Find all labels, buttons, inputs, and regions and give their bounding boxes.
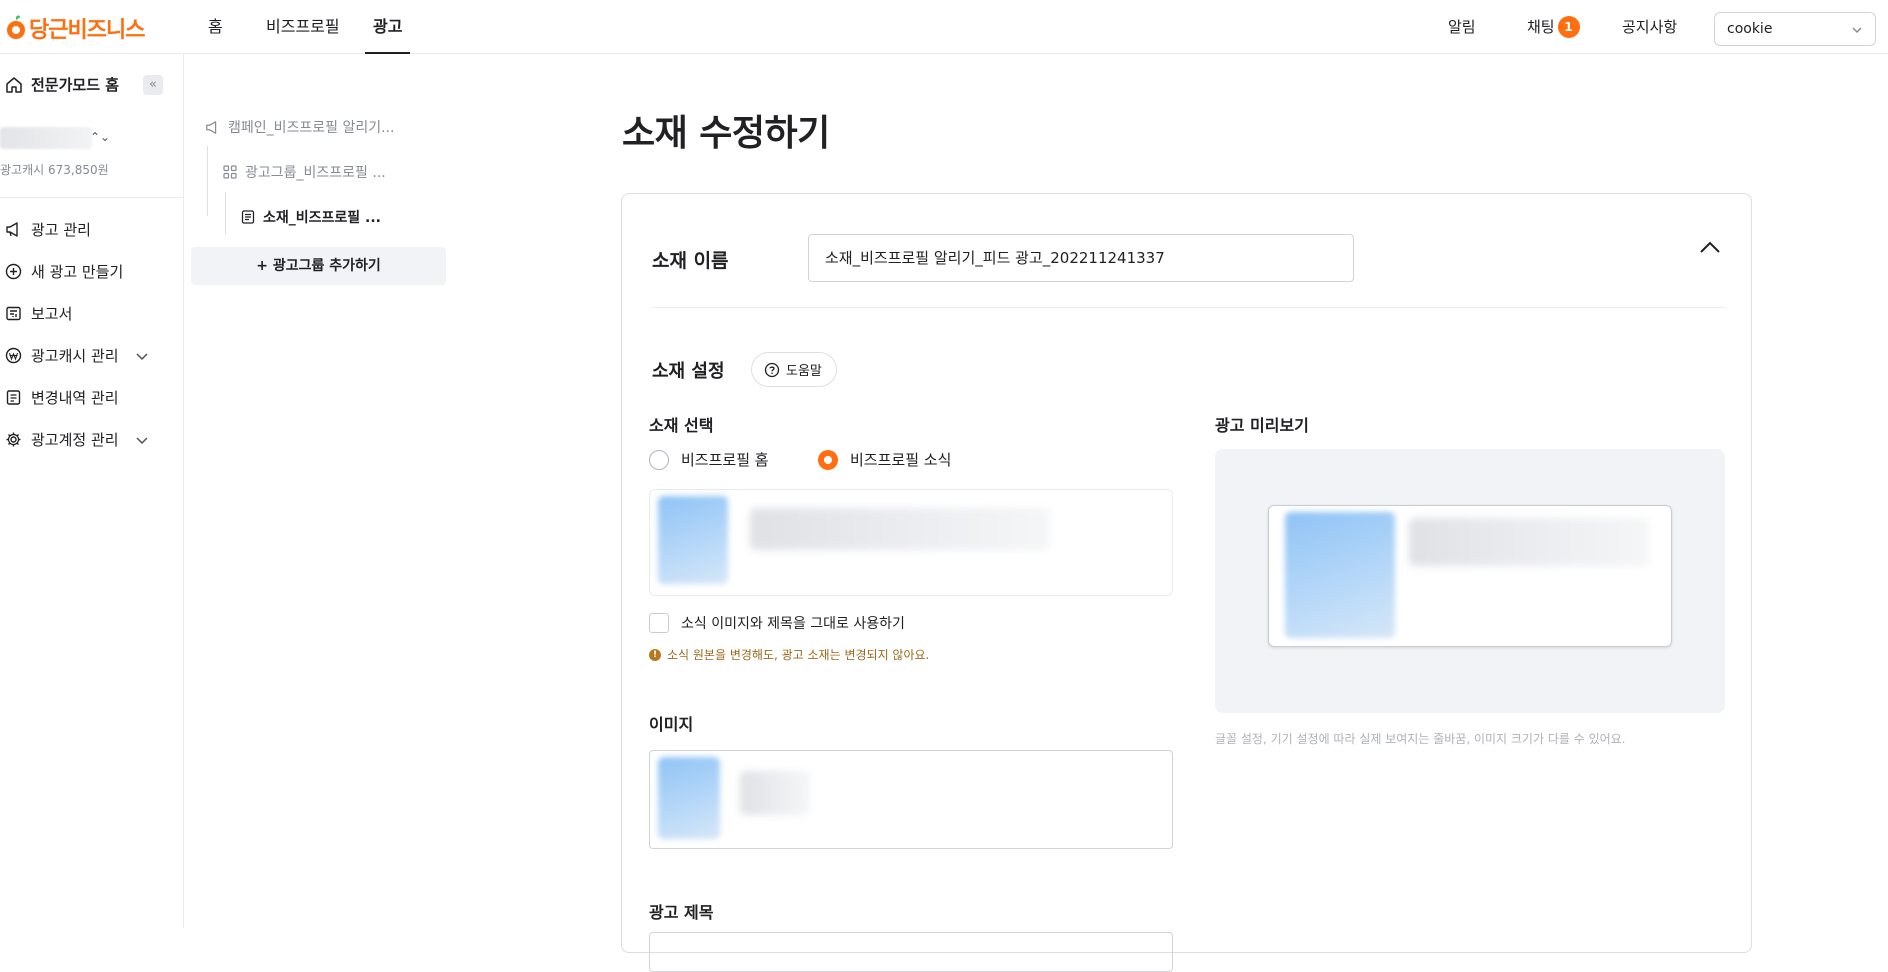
- sidebar: 전문가모드 홈 « ⌃⌄ 광고캐시 673,850원 광고 관리 새 광고 만들…: [0, 54, 184, 928]
- question-circle-icon: [764, 362, 780, 378]
- sidebar-collapse-button[interactable]: «: [143, 75, 163, 95]
- sidebar-item-label: 보고서: [31, 305, 73, 323]
- creative-edit-card: 소재 이름 소재_비즈프로필 알리기_피드 광고_202211241337 소재…: [621, 193, 1752, 972]
- chat-label: 채팅: [1527, 18, 1555, 36]
- section-divider: [652, 307, 1725, 308]
- nav-tab-bizprofile[interactable]: 비즈프로필: [266, 0, 340, 54]
- sidebar-home-link[interactable]: 전문가모드 홈: [5, 74, 119, 95]
- tree-item-ad-group[interactable]: 광고그룹_비즈프로필 ...: [223, 162, 386, 182]
- ad-title-label: 광고 제목: [649, 903, 714, 922]
- carrot-logo-icon: [5, 15, 27, 41]
- nav-tab-ads[interactable]: 광고: [365, 0, 411, 54]
- logo-text: 당근비즈니스: [29, 18, 145, 43]
- radio-button[interactable]: [649, 449, 669, 470]
- radio-option-bizprofile-home[interactable]: 비즈프로필 홈: [649, 449, 769, 470]
- use-news-as-is-checkbox[interactable]: [649, 613, 669, 633]
- sidebar-item-label: 광고캐시 관리: [31, 347, 119, 365]
- sidebar-item-label: 새 광고 만들기: [31, 263, 124, 281]
- ad-cash-balance: 광고캐시 673,850원: [0, 163, 109, 177]
- chat-link[interactable]: 채팅 1: [1527, 0, 1580, 54]
- account-select[interactable]: cookie: [1714, 12, 1876, 46]
- won-coin-icon: [5, 347, 22, 364]
- daangn-business-logo[interactable]: 당근비즈니스: [5, 12, 145, 44]
- report-icon: [5, 305, 22, 322]
- ad-preview-panel: [1215, 449, 1725, 713]
- add-ad-group-button[interactable]: + 광고그룹 추가하기: [191, 247, 446, 285]
- tree-item-label: 소재_비즈프로필 ...: [263, 210, 381, 226]
- plus-circle-icon: [5, 263, 22, 280]
- warning-message: ! 소식 원본을 변경해도, 광고 소재는 변경되지 않아요.: [649, 646, 929, 663]
- tree-connector-line: [207, 146, 208, 216]
- image-label: 이미지: [649, 715, 694, 734]
- help-button[interactable]: 도움말: [751, 352, 837, 387]
- tree-item-campaign[interactable]: 캠페인_비즈프로필 알리기...: [205, 117, 394, 137]
- sidebar-item-ad-management[interactable]: 광고 관리: [5, 219, 91, 240]
- document-icon: [241, 210, 255, 224]
- radio-option-bizprofile-news[interactable]: 비즈프로필 소식: [818, 449, 951, 470]
- account-select-value: cookie: [1727, 21, 1773, 37]
- sidebar-item-label: 변경내역 관리: [31, 389, 119, 407]
- warning-text: 소식 원본을 변경해도, 광고 소재는 변경되지 않아요.: [667, 648, 930, 662]
- creative-name-label: 소재 이름: [652, 250, 729, 272]
- image-info-blurred: [740, 771, 810, 815]
- creative-name-input[interactable]: 소재_비즈프로필 알리기_피드 광고_202211241337: [808, 234, 1354, 282]
- image-field[interactable]: [649, 750, 1173, 849]
- sidebar-item-report[interactable]: 보고서: [5, 303, 72, 324]
- chevron-down-icon: [1851, 24, 1863, 36]
- megaphone-icon: [5, 221, 22, 238]
- megaphone-icon: [205, 120, 220, 135]
- page-title: 소재 수정하기: [622, 113, 830, 154]
- document-list-icon: [5, 389, 22, 406]
- radio-option-label: 비즈프로필 홈: [681, 451, 769, 469]
- account-name-blurred[interactable]: [0, 127, 92, 149]
- use-news-as-is-option[interactable]: 소식 이미지와 제목을 그대로 사용하기: [649, 613, 905, 633]
- ad-preview-label: 광고 미리보기: [1215, 416, 1309, 435]
- sidebar-item-label: 광고계정 관리: [31, 431, 119, 449]
- preview-thumbnail-blurred: [1285, 512, 1395, 638]
- tree-connector-line: [225, 192, 226, 235]
- preview-disclaimer: 글꼴 설정, 기기 설정에 따라 실제 보여지는 줄바꿈, 이미지 크기가 다를…: [1215, 732, 1626, 746]
- sidebar-item-new-ad[interactable]: 새 광고 만들기: [5, 261, 123, 282]
- ad-preview-card: [1268, 505, 1672, 647]
- sidebar-home-label: 전문가모드 홈: [31, 76, 120, 94]
- sidebar-item-ad-cash[interactable]: 광고캐시 관리: [5, 345, 150, 366]
- image-thumbnail-blurred: [658, 757, 720, 839]
- nav-tab-home[interactable]: 홈: [208, 0, 223, 54]
- preview-text-blurred: [1409, 518, 1649, 566]
- selected-post-preview[interactable]: [649, 489, 1173, 596]
- sidebar-item-account-settings[interactable]: 광고계정 관리: [5, 429, 150, 450]
- help-button-label: 도움말: [786, 364, 822, 379]
- home-icon: [5, 76, 23, 94]
- warning-icon: !: [649, 648, 661, 661]
- grid-icon: [223, 165, 237, 179]
- chevron-down-icon: [134, 432, 150, 448]
- creative-settings-label: 소재 설정: [652, 361, 725, 382]
- section-collapse-button[interactable]: [1699, 240, 1721, 254]
- sidebar-item-label: 광고 관리: [31, 221, 91, 239]
- notice-link[interactable]: 공지사항: [1622, 0, 1677, 54]
- top-navigation-bar: 당근비즈니스 홈 비즈프로필 광고 알림 채팅 1 공지사항 cookie: [0, 0, 1888, 54]
- chevron-down-icon: [134, 348, 150, 364]
- campaign-tree: 캠페인_비즈프로필 알리기... 광고그룹_비즈프로필 ... 소재_비즈프로필…: [185, 54, 450, 928]
- tree-item-label: 캠페인_비즈프로필 알리기...: [228, 120, 395, 136]
- creative-select-label: 소재 선택: [649, 416, 714, 435]
- tree-item-creative[interactable]: 소재_비즈프로필 ...: [241, 207, 381, 227]
- chat-unread-badge: 1: [1557, 15, 1580, 38]
- chevron-up-icon: [1699, 240, 1721, 254]
- post-thumbnail-blurred: [658, 496, 728, 584]
- sidebar-item-change-history[interactable]: 변경내역 관리: [5, 387, 119, 408]
- gear-icon: [5, 431, 22, 448]
- use-news-as-is-label: 소식 이미지와 제목을 그대로 사용하기: [681, 616, 905, 632]
- account-switch-icon[interactable]: ⌃⌄: [90, 130, 110, 144]
- radio-button-checked[interactable]: [818, 449, 838, 470]
- tree-item-label: 광고그룹_비즈프로필 ...: [245, 165, 386, 181]
- ad-title-input[interactable]: [649, 932, 1173, 972]
- radio-option-label: 비즈프로필 소식: [850, 451, 952, 469]
- post-text-blurred: [750, 508, 1050, 550]
- sidebar-divider: [0, 197, 184, 198]
- notifications-link[interactable]: 알림: [1448, 0, 1476, 54]
